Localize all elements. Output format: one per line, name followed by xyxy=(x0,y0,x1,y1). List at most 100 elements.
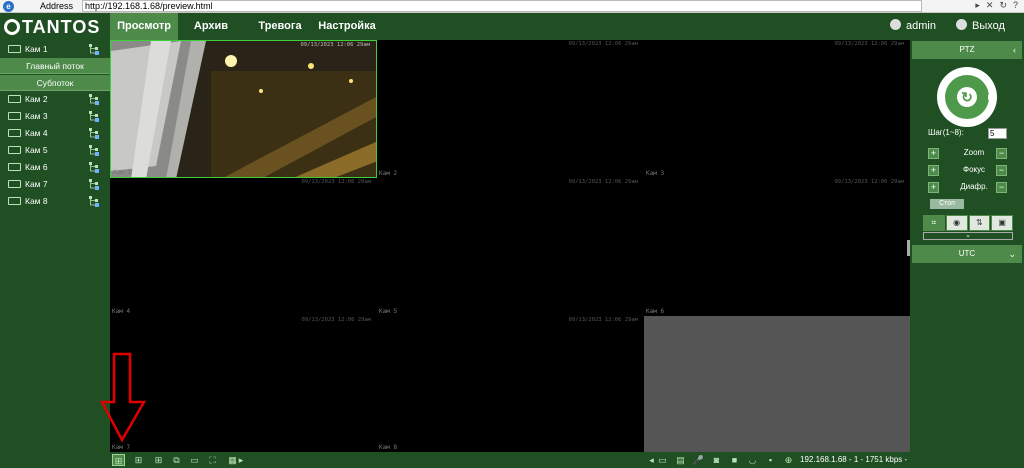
fullscreen-icon[interactable]: ⛶ xyxy=(206,454,219,466)
camera-name: Кам 5 xyxy=(379,308,398,315)
iris-control: + Диафр. − xyxy=(928,182,1008,194)
user-menu[interactable]: admin xyxy=(890,13,936,40)
zoom-in-button[interactable]: + xyxy=(928,148,939,159)
video-cell-selected[interactable]: 09/13/2023 12:06 29ам Кам 1 xyxy=(110,40,377,178)
snapshot-icon[interactable]: ◙ xyxy=(710,454,723,466)
digital-zoom-icon[interactable]: ⊕ xyxy=(782,454,795,466)
video-cell[interactable]: 09/13/2023 12:06 29ам Кам 6 xyxy=(644,178,910,316)
tab-alarm[interactable]: Тревога xyxy=(250,13,310,40)
camera-item[interactable]: Кам 5 xyxy=(0,142,110,159)
video-cell[interactable]: 09/13/2023 12:06 29ам Кам 3 xyxy=(644,40,910,178)
help-icon[interactable]: ? xyxy=(1013,0,1018,11)
ptz-toolbar: ⌗ ◉ ⇅ ▣ xyxy=(923,215,1013,231)
stream-tree-icon[interactable] xyxy=(88,43,100,55)
layout-4-icon[interactable]: ⊞ xyxy=(132,454,145,466)
preset-icon[interactable]: ⌗ xyxy=(923,215,945,231)
record-icon[interactable]: ■ xyxy=(728,454,741,466)
video-cell-empty[interactable] xyxy=(644,316,910,452)
browser-icon: e xyxy=(3,1,14,12)
arrow-right-icon[interactable]: ▶ xyxy=(988,93,993,101)
layout-9-icon[interactable]: ⊞ xyxy=(152,454,165,466)
sub-stream-button[interactable]: Субпоток xyxy=(0,75,110,91)
iris-close-button[interactable]: − xyxy=(996,182,1007,193)
utc-header[interactable]: UTC ⌄ xyxy=(912,245,1022,263)
video-cell[interactable]: 09/13/2023 12:06 29ам Кам 4 xyxy=(110,178,377,316)
camera-item[interactable]: Кам 4 xyxy=(0,125,110,142)
stream-tree-icon[interactable] xyxy=(88,178,100,190)
camera-item[interactable]: Кам 8 xyxy=(0,193,110,210)
focus-label: Фокус xyxy=(962,165,986,174)
video-cell[interactable]: 09/13/2023 12:06 29ам Кам 2 xyxy=(377,40,644,178)
step-input[interactable]: 5 xyxy=(988,128,1007,139)
url-field[interactable]: http://192.168.1.68/preview.html xyxy=(82,0,922,12)
camera-label: Кам 5 xyxy=(25,145,48,155)
stream-tree-icon[interactable] xyxy=(88,110,100,122)
stream-tree-icon[interactable] xyxy=(88,127,100,139)
sequence-icon[interactable]: ⧉ xyxy=(170,454,183,466)
video-cell[interactable]: 09/13/2023 12:06 29ам Кам 5 xyxy=(377,178,644,316)
stop-button[interactable]: Стоп xyxy=(930,199,964,209)
stream-tree-icon[interactable] xyxy=(88,161,100,173)
camera-name: Кам 2 xyxy=(379,170,398,177)
camera-icon xyxy=(8,112,21,120)
stream-tree-icon[interactable] xyxy=(88,195,100,207)
tab-view[interactable]: Просмотр xyxy=(110,13,178,40)
main-stream-button[interactable]: Главный поток xyxy=(0,58,110,74)
camera-label: Кам 4 xyxy=(25,128,48,138)
zoom-out-button[interactable]: − xyxy=(996,148,1007,159)
stop-icon[interactable]: ▪ xyxy=(764,454,777,466)
panel-resize-handle[interactable] xyxy=(907,240,910,256)
prev-icon[interactable]: ◂ xyxy=(648,454,655,466)
right-bottom-strip xyxy=(910,452,1024,468)
window-icon[interactable]: ▭ xyxy=(656,454,669,466)
pattern-icon[interactable]: ⇅ xyxy=(968,215,991,231)
auto-rotate-icon[interactable]: ↻ xyxy=(957,87,977,107)
patrol-icon[interactable]: ◉ xyxy=(945,215,968,231)
camera-item[interactable]: Кам 3 xyxy=(0,108,110,125)
camera-label: Кам 8 xyxy=(25,196,48,206)
ptz-panel: PTZ ‹ ↻ ▲ ▼ ◀ ▶ Шаг(1~8): 5 + Zoom − + Ф… xyxy=(907,40,1024,468)
tools-icon[interactable]: ✕ xyxy=(986,0,994,11)
focus-in-button[interactable]: + xyxy=(928,165,939,176)
arrow-up-icon[interactable]: ▲ xyxy=(964,68,971,75)
camera-icon xyxy=(8,129,21,137)
zoom-control: + Zoom − xyxy=(928,148,1008,160)
settings-icon[interactable]: ▣ xyxy=(991,215,1013,231)
audio-icon[interactable]: ◡ xyxy=(746,454,759,466)
utc-title: UTC xyxy=(958,249,976,258)
logout-button[interactable]: Выход xyxy=(956,13,1005,40)
video-cell[interactable]: 09/13/2023 12:06 29ам Кам 8 xyxy=(377,316,644,452)
camera-item[interactable]: Кам 1 xyxy=(0,41,110,58)
camera-item[interactable]: Кам 6 xyxy=(0,159,110,176)
camera-item[interactable]: Кам 2 xyxy=(0,91,110,108)
ptz-direction-wheel[interactable]: ↻ ▲ ▼ ◀ ▶ xyxy=(937,67,997,127)
tab-settings[interactable]: Настройка xyxy=(318,13,376,40)
logout-label: Выход xyxy=(972,20,1005,32)
ptz-title: PTZ xyxy=(959,45,975,54)
camera-label: Кам 3 xyxy=(25,111,48,121)
fit-window-icon[interactable]: ▭ xyxy=(188,454,201,466)
camera-item[interactable]: Кам 7 xyxy=(0,176,110,193)
camera-icon xyxy=(8,146,21,154)
more-layouts-icon[interactable]: ▸ xyxy=(238,454,244,466)
camera-icon xyxy=(8,180,21,188)
video-cell[interactable]: 09/13/2023 12:06 29ам Кам 7 xyxy=(110,316,377,452)
layout-1-icon[interactable]: ⊞ xyxy=(112,454,125,466)
stream-tree-icon[interactable] xyxy=(88,93,100,105)
go-icon[interactable]: ▸ xyxy=(975,0,980,11)
expand-toolbar-button[interactable]: ⌄ xyxy=(923,232,1013,240)
stream-tree-icon[interactable] xyxy=(88,144,100,156)
arrow-left-icon[interactable]: ◀ xyxy=(939,93,944,101)
iris-open-button[interactable]: + xyxy=(928,182,939,193)
microphone-icon[interactable]: 🎤 xyxy=(692,454,705,466)
monitor-icon[interactable]: ▤ xyxy=(674,454,687,466)
bottom-toolbar: ⊞ ⊞ ⊞ ⧉ ▭ ⛶ ▦ ▸ ◂ ▭ ▤ 🎤 ◙ ■ ◡ ▪ ⊕ 192.16… xyxy=(110,452,916,468)
focus-out-button[interactable]: − xyxy=(996,165,1007,176)
chevron-down-icon: ⌄ xyxy=(1008,249,1016,259)
user-icon xyxy=(890,19,901,30)
tab-archive[interactable]: Архив xyxy=(186,13,236,40)
arrow-down-icon[interactable]: ▼ xyxy=(964,118,971,125)
ptz-header[interactable]: PTZ ‹ xyxy=(912,41,1022,59)
refresh-icon[interactable]: ↻ xyxy=(999,0,1007,11)
camera-name: Кам 4 xyxy=(112,308,131,315)
